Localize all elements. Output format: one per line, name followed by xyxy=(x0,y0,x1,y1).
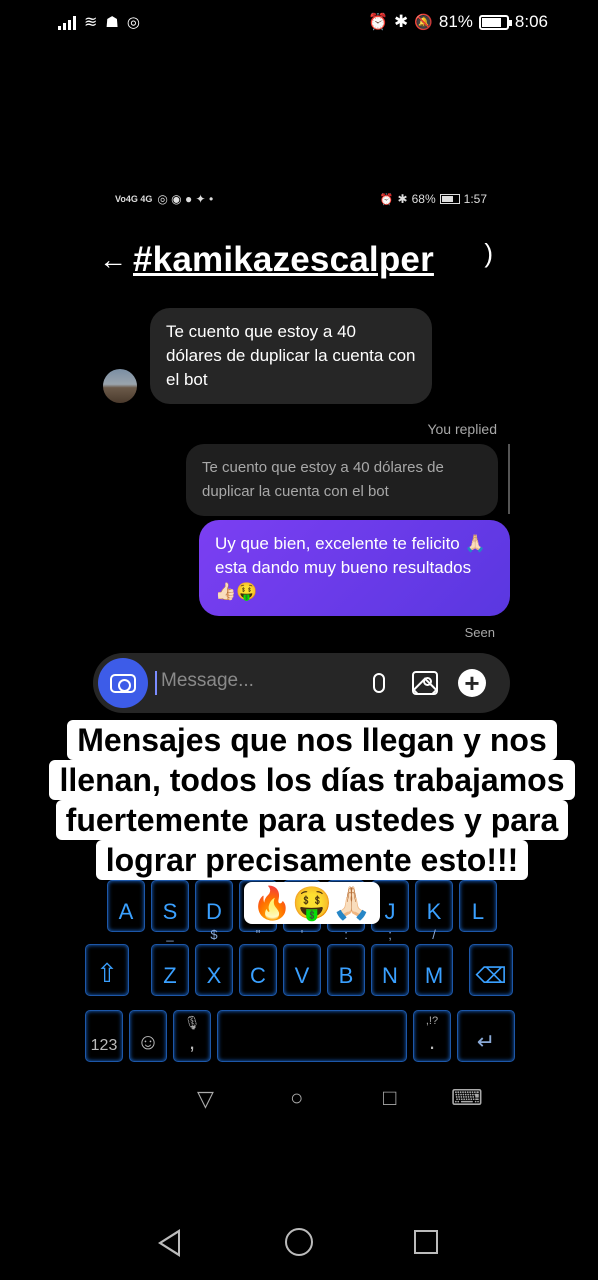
key-letter: Z xyxy=(163,963,177,988)
inner-status-bar: Vo4G 4G ◎ ◉ ● ✦ • ⏰ ✱ 68% 1:57 xyxy=(115,192,487,208)
network-label: Vo4G 4G xyxy=(115,194,153,204)
key-letter: C xyxy=(250,963,266,988)
microphone-button[interactable] xyxy=(365,669,393,697)
message-composer: + xyxy=(93,653,510,713)
caption-overlay: Mensajes que nos llegan y nos llenan, to… xyxy=(46,720,578,924)
recent-apps-icon[interactable]: □ xyxy=(383,1085,396,1111)
avatar[interactable] xyxy=(103,369,137,403)
hide-keyboard-icon[interactable]: ▽ xyxy=(197,1086,214,1112)
caption-line: fuertemente para ustedes y para xyxy=(55,800,569,840)
key-m[interactable]: / M xyxy=(415,927,453,996)
back-arrow-icon[interactable]: ← xyxy=(99,244,133,276)
alarm-icon: ⏰ xyxy=(379,193,394,206)
text-cursor xyxy=(155,671,157,695)
recent-apps-icon[interactable] xyxy=(414,1230,438,1254)
back-icon[interactable] xyxy=(158,1229,180,1257)
key-symbol: " xyxy=(255,927,261,942)
key-symbol: ' xyxy=(300,927,304,942)
inner-battery-percent: 68% xyxy=(411,192,436,206)
incoming-message[interactable]: Te cuento que estoy a 40 dólares de dupl… xyxy=(150,308,432,404)
period-key[interactable]: ,!?. xyxy=(413,1010,451,1062)
status-bar: ≋ ☗ ◎ ⏰ ✱ 🔕 81% 8:06 xyxy=(0,10,598,36)
caption-line: Mensajes que nos llegan y nos xyxy=(67,720,557,760)
chat-header: ← #kamikazescalper ) xyxy=(99,238,503,282)
outgoing-message[interactable]: Uy que bien, excelente te felicito 🙏🏻 es… xyxy=(199,520,510,616)
seen-label: Seen xyxy=(464,625,495,640)
caption-line: llenan, todos los días trabajamos xyxy=(49,760,575,800)
bluetooth-icon: ✱ xyxy=(397,192,408,206)
key-symbol: $ xyxy=(210,927,218,942)
inner-screenshot: Vo4G 4G ◎ ◉ ● ✦ • ⏰ ✱ 68% 1:57 ← #kamika… xyxy=(85,180,517,1125)
key-letter: B xyxy=(338,963,354,988)
navigation-bar xyxy=(0,1225,598,1265)
quoted-message[interactable]: Te cuento que estoy a 40 dólares de dupl… xyxy=(186,444,498,516)
notification-icon: ☗ xyxy=(105,14,119,31)
alarm-icon: ⏰ xyxy=(368,14,388,31)
battery-percent: 81% xyxy=(438,12,473,31)
emoji-key[interactable]: ☺ xyxy=(129,1010,167,1062)
home-icon[interactable]: ○ xyxy=(290,1085,303,1111)
you-replied-label: You replied xyxy=(427,421,497,437)
key-letter: M xyxy=(424,963,444,988)
numbers-key[interactable]: 123 xyxy=(85,1010,123,1062)
gallery-button[interactable] xyxy=(411,669,439,697)
enter-key[interactable]: ↵ xyxy=(457,1010,515,1062)
caption-emojis: 🔥🤑🙏🏻 xyxy=(244,882,380,924)
key-symbol: / xyxy=(432,927,436,942)
home-icon[interactable] xyxy=(285,1228,313,1256)
keyboard-switch-icon[interactable]: ⌨ xyxy=(451,1085,483,1111)
shift-key[interactable]: ⇧ xyxy=(85,944,129,996)
key-letter: X xyxy=(206,963,222,988)
key-symbol: ; xyxy=(388,927,392,942)
mute-icon: 🔕 xyxy=(414,14,433,31)
key-letter: N xyxy=(382,963,398,988)
key-c[interactable]: " C xyxy=(239,927,277,996)
wifi-icon: ≋ xyxy=(84,14,98,31)
signal-icon xyxy=(58,14,76,30)
message-input[interactable] xyxy=(161,670,331,692)
key-v[interactable]: ' V xyxy=(283,927,321,996)
bluetooth-icon: ✱ xyxy=(393,12,409,31)
microphone-icon xyxy=(373,673,385,693)
key-symbol: _ xyxy=(166,927,174,942)
key-n[interactable]: ; N xyxy=(371,927,409,996)
key-x[interactable]: $ X xyxy=(195,927,233,996)
inner-clock: 1:57 xyxy=(463,192,487,206)
battery-icon xyxy=(439,194,460,204)
quote-divider xyxy=(508,444,510,514)
battery-icon xyxy=(478,14,512,30)
caption-line: lograr precisamente esto!!! xyxy=(95,840,529,880)
image-icon xyxy=(412,671,438,695)
camera-button[interactable] xyxy=(98,658,148,708)
backspace-key[interactable]: ⌫ xyxy=(469,944,513,996)
header-action-icon[interactable]: ) xyxy=(484,238,493,269)
camera-icon xyxy=(110,673,136,693)
app-icons: ◎ ◉ ● ✦ • xyxy=(157,192,214,206)
key-letter: V xyxy=(294,963,310,988)
plus-button[interactable]: + xyxy=(458,669,486,697)
key-b[interactable]: :B xyxy=(327,927,365,996)
clock: 8:06 xyxy=(514,12,548,31)
chat-title[interactable]: #kamikazescalper xyxy=(133,240,434,280)
comma-key[interactable]: 🎙, xyxy=(173,1010,211,1062)
key-z[interactable]: _ Z xyxy=(151,927,189,996)
key-symbol: : xyxy=(344,927,348,942)
instagram-icon: ◎ xyxy=(126,14,140,31)
space-key[interactable] xyxy=(217,1010,407,1062)
